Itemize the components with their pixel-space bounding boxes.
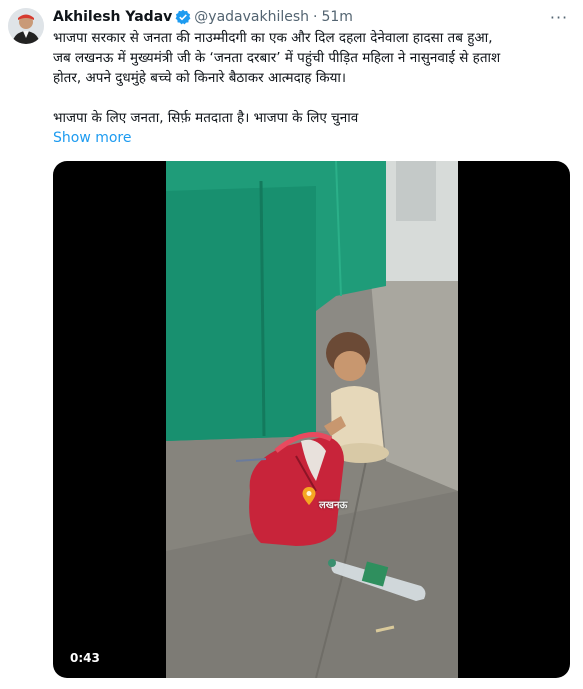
tweet-text-line: भाजपा के लिए जनता, सिर्फ़ मतदाता है। भाज…: [53, 110, 359, 126]
video-timer: 0:43: [65, 649, 105, 667]
location-pin-icon: [302, 487, 316, 505]
verified-badge-icon: [175, 9, 191, 25]
avatar[interactable]: [8, 8, 44, 44]
video-frame[interactable]: लखनऊ: [166, 161, 458, 678]
tweet-header: Akhilesh Yadav @yadavakhilesh · 51m: [53, 7, 543, 27]
author-handle[interactable]: @yadavakhilesh: [194, 7, 309, 27]
tweet-text-line: भाजपा सरकार से जनता की नाउम्मीदगी का एक …: [53, 30, 493, 46]
more-options-icon[interactable]: ···: [547, 6, 571, 28]
tweet-text-line: जब लखनऊ में मुख्यमंत्री जी के ‘जनता दरबा…: [53, 50, 501, 66]
location-label: लखनऊ: [319, 500, 348, 511]
tweet-time[interactable]: 51m: [321, 7, 352, 27]
show-more-link[interactable]: Show more: [53, 128, 132, 148]
tweet-text-line: होतर, अपने दुधमुंहे बच्चे को किनारे बैठा…: [53, 70, 347, 86]
separator-dot: ·: [313, 9, 318, 25]
tweet[interactable]: Akhilesh Yadav @yadavakhilesh · 51m ··· …: [0, 0, 583, 689]
video-player[interactable]: लखनऊ 0:43: [53, 161, 570, 678]
author-name[interactable]: Akhilesh Yadav: [53, 7, 172, 27]
tweet-text: भाजपा सरकार से जनता की नाउम्मीदगी का एक …: [53, 28, 573, 128]
